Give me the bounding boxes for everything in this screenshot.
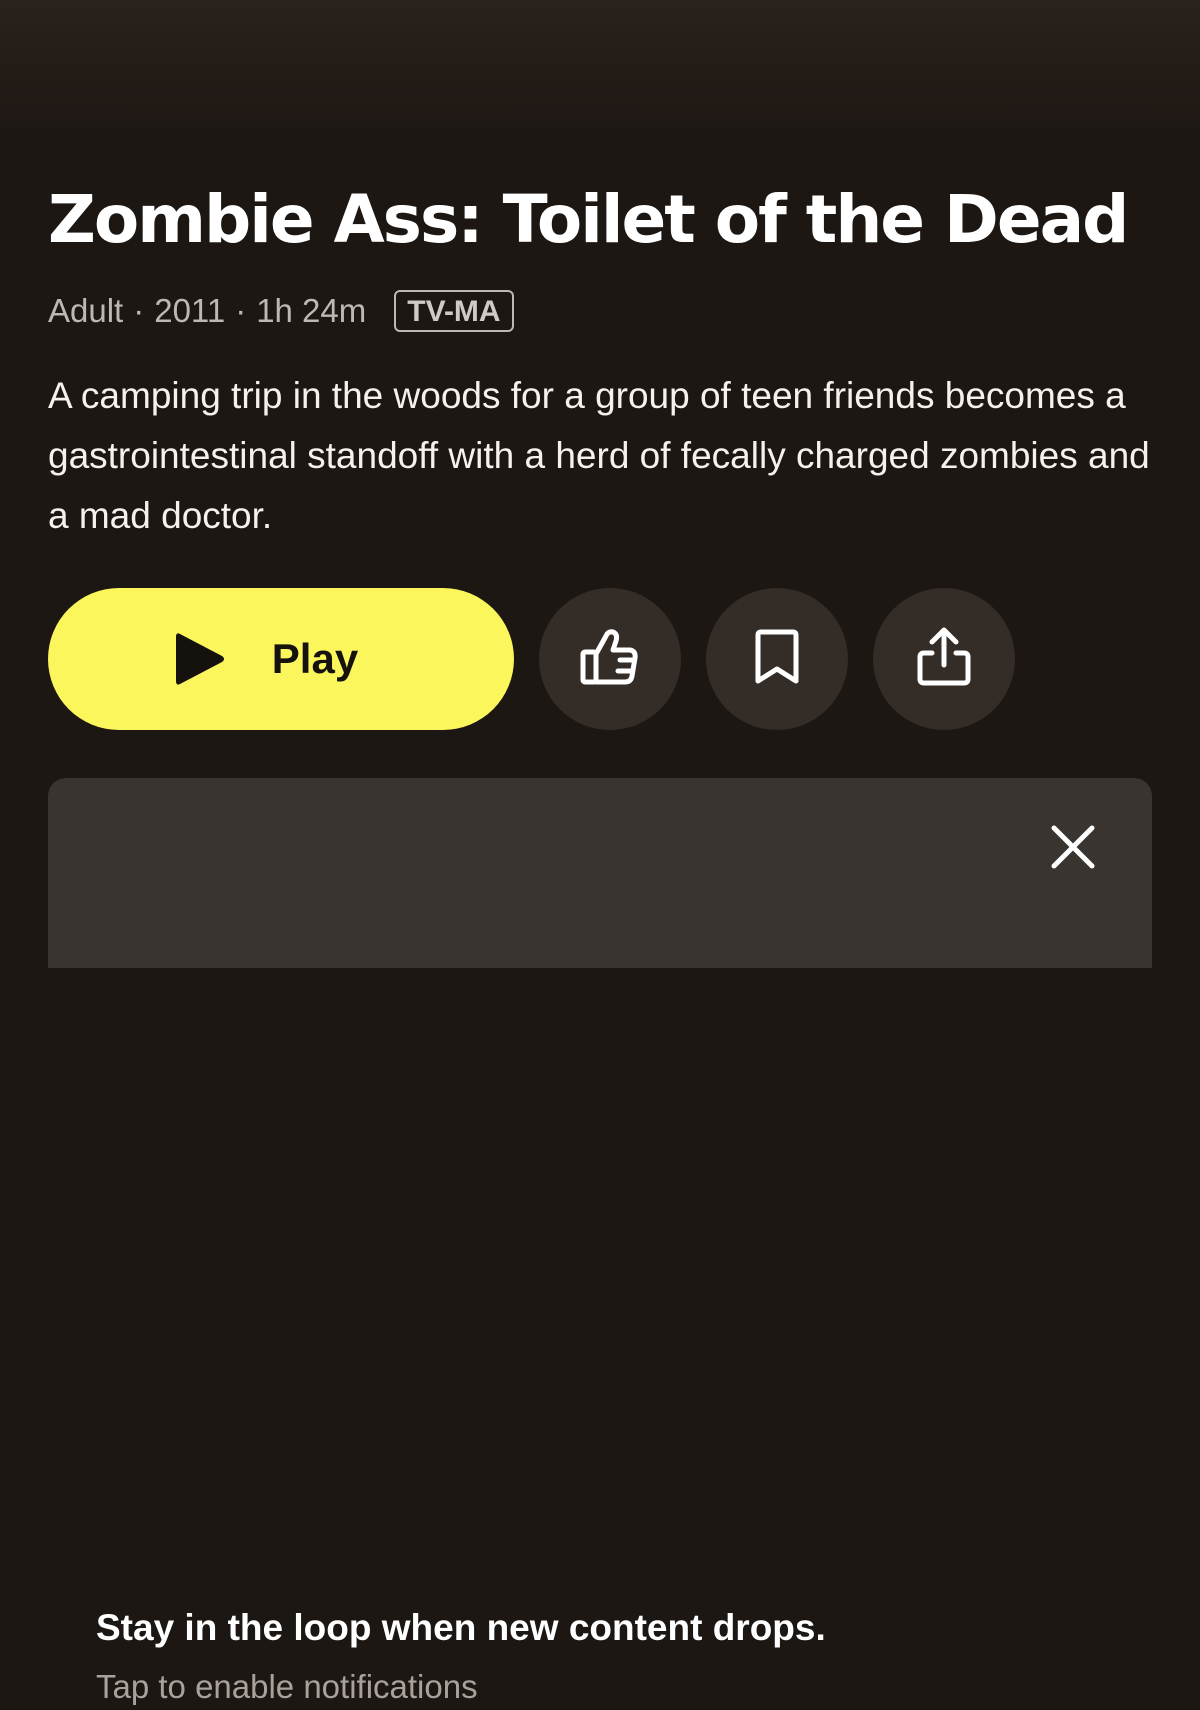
action-bar: Play [48,588,1015,730]
show-description: A camping trip in the woods for a group … [48,375,1150,536]
duration: 1h 24m [256,292,367,329]
save-button[interactable] [706,588,848,730]
play-button-label: Play [271,635,359,682]
notification-title: Stay in the loop when new content drops. [96,1607,826,1648]
play-button[interactable]: Play [48,588,514,730]
rating-badge: TV-MA [394,290,514,332]
play-icon [174,630,226,688]
share-button[interactable] [873,588,1015,730]
show-title: Zombie Ass: Toilet of the Dead [48,181,1129,258]
notification-subtitle: Tap to enable notifications [96,1668,478,1705]
share-icon [916,627,972,692]
genre: Adult [48,292,124,329]
close-icon [1050,824,1096,875]
close-button[interactable] [1038,814,1108,884]
bookmark-icon [755,628,799,691]
like-button[interactable] [539,588,681,730]
show-meta: Adult · 2011 · 1h 24m TV-MA [48,286,514,336]
thumbs-up-icon [580,628,640,691]
meta-separator: · [133,292,145,329]
hero-image-fade [0,0,1200,140]
notification-banner[interactable]: Stay in the loop when new content drops.… [48,778,1152,1705]
meta-separator: · [235,292,247,329]
release-year: 2011 [154,292,226,329]
